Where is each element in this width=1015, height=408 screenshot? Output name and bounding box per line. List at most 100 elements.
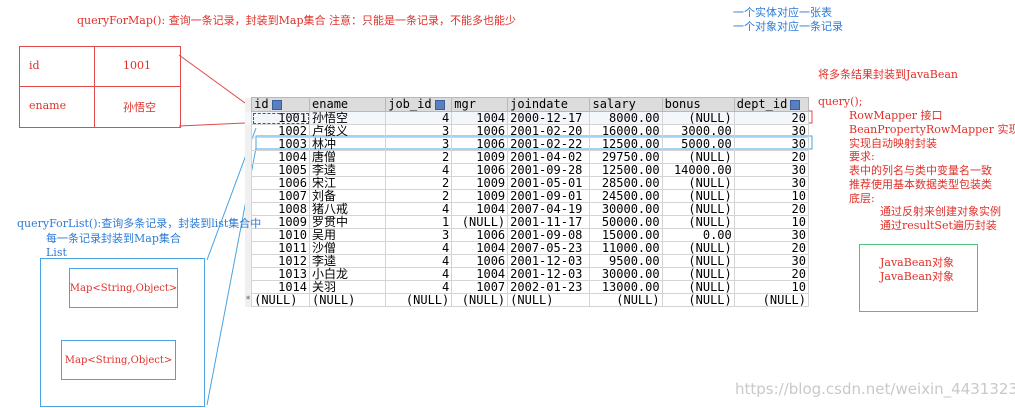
grid-cell-id[interactable]: 1006 xyxy=(251,176,311,190)
col-header-job-id[interactable]: job_id xyxy=(385,97,453,112)
grid-cell-dept-id[interactable]: 30 xyxy=(733,254,810,268)
grid-cell-ename[interactable]: 关羽 xyxy=(309,280,387,294)
row-marker[interactable] xyxy=(245,189,252,203)
row-marker[interactable] xyxy=(245,176,252,190)
grid-cell-ename[interactable]: 刘备 xyxy=(309,189,387,203)
grid-cell-salary[interactable]: 29750.00 xyxy=(589,150,663,164)
grid-cell-job-id[interactable]: 4 xyxy=(385,202,453,216)
grid-cell-ename[interactable]: 罗贯中 xyxy=(309,215,387,229)
grid-cell-job-id[interactable]: 4 xyxy=(385,163,453,177)
grid-cell-salary[interactable]: 12500.00 xyxy=(589,163,663,177)
grid-cell-salary[interactable]: 28500.00 xyxy=(589,176,663,190)
grid-cell-mgr[interactable]: (NULL) xyxy=(451,293,509,307)
table-row[interactable]: 1006 宋江 2 1009 2001-05-01 28500.00 (NULL) 30 xyxy=(245,176,810,190)
table-row[interactable]: 1008 猪八戒 4 1004 2007-04-19 30000.00 (NULL) 20 xyxy=(245,202,810,216)
grid-cell-ename[interactable]: 沙僧 xyxy=(309,241,387,255)
grid-cell-dept-id[interactable]: 10 xyxy=(733,280,810,294)
grid-cell-bonus[interactable]: (NULL) xyxy=(661,241,735,255)
grid-cell-dept-id[interactable]: 20 xyxy=(733,150,810,164)
grid-cell-job-id[interactable]: (NULL) xyxy=(385,293,453,307)
grid-cell-dept-id[interactable]: 10 xyxy=(733,215,810,229)
table-row[interactable]: 1013 小白龙 4 1004 2001-12-03 30000.00 (NULL) 20 xyxy=(245,267,810,281)
grid-cell-mgr[interactable]: 1006 xyxy=(451,137,509,151)
row-marker[interactable]: * xyxy=(245,293,252,307)
grid-cell-dept-id[interactable]: 30 xyxy=(733,124,810,138)
grid-cell-mgr[interactable]: 1009 xyxy=(451,189,509,203)
grid-cell-bonus[interactable]: (NULL) xyxy=(661,111,735,125)
grid-cell-bonus[interactable]: (NULL) xyxy=(661,254,735,268)
table-row[interactable]: 1003 林冲 3 1006 2001-02-22 12500.00 5000.00 30 xyxy=(245,137,810,151)
grid-cell-job-id[interactable]: 1 xyxy=(385,215,453,229)
grid-cell-bonus[interactable]: (NULL) xyxy=(661,189,735,203)
grid-cell-dept-id[interactable]: 30 xyxy=(733,137,810,151)
grid-cell-mgr[interactable]: 1004 xyxy=(451,267,509,281)
grid-cell-dept-id[interactable]: 20 xyxy=(733,267,810,281)
grid-cell-salary[interactable]: 50000.00 xyxy=(589,215,663,229)
grid-cell-id[interactable]: 1002 xyxy=(251,124,311,138)
grid-cell-bonus[interactable]: 14000.00 xyxy=(661,163,735,177)
grid-cell-bonus[interactable]: 0.00 xyxy=(661,228,735,242)
grid-cell-mgr[interactable]: 1009 xyxy=(451,150,509,164)
grid-cell-bonus[interactable]: (NULL) xyxy=(661,215,735,229)
grid-cell-joindate[interactable]: (NULL) xyxy=(507,293,591,307)
grid-cell-id[interactable]: 1013 xyxy=(251,267,311,281)
grid-cell-salary[interactable]: 24500.00 xyxy=(589,189,663,203)
grid-cell-joindate[interactable]: 2001-04-02 xyxy=(507,150,591,164)
grid-cell-salary[interactable]: 30000.00 xyxy=(589,202,663,216)
grid-cell-id[interactable]: 1001 xyxy=(251,111,311,125)
grid-cell-ename[interactable]: 孙悟空 xyxy=(309,111,387,125)
grid-cell-ename[interactable]: (NULL) xyxy=(309,293,387,307)
grid-cell-joindate[interactable]: 2001-09-28 xyxy=(507,163,591,177)
grid-cell-job-id[interactable]: 3 xyxy=(385,228,453,242)
grid-cell-ename[interactable]: 小白龙 xyxy=(309,267,387,281)
grid-cell-dept-id[interactable]: 30 xyxy=(733,163,810,177)
grid-cell-joindate[interactable]: 2001-09-08 xyxy=(507,228,591,242)
table-row[interactable]: * (NULL) (NULL) (NULL) (NULL) (NULL) (NULL) (NU… xyxy=(245,293,810,307)
grid-cell-mgr[interactable]: 1009 xyxy=(451,176,509,190)
grid-cell-id[interactable]: 1007 xyxy=(251,189,311,203)
grid-cell-mgr[interactable]: 1006 xyxy=(451,124,509,138)
grid-cell-salary[interactable]: 30000.00 xyxy=(589,267,663,281)
grid-cell-id[interactable]: 1004 xyxy=(251,150,311,164)
grid-cell-mgr[interactable]: 1006 xyxy=(451,163,509,177)
grid-cell-dept-id[interactable]: 20 xyxy=(733,241,810,255)
grid-cell-joindate[interactable]: 2007-05-23 xyxy=(507,241,591,255)
grid-cell-dept-id[interactable]: 30 xyxy=(733,176,810,190)
grid-cell-id[interactable]: (NULL) xyxy=(251,293,311,307)
grid-cell-joindate[interactable]: 2000-12-17 xyxy=(507,111,591,125)
grid-cell-joindate[interactable]: 2001-02-20 xyxy=(507,124,591,138)
grid-cell-bonus[interactable]: (NULL) xyxy=(661,267,735,281)
row-marker[interactable] xyxy=(245,254,252,268)
table-row[interactable]: 1004 唐僧 2 1009 2001-04-02 29750.00 (NULL) 20 xyxy=(245,150,810,164)
grid-cell-bonus[interactable]: 5000.00 xyxy=(661,137,735,151)
grid-cell-dept-id[interactable]: 10 xyxy=(733,189,810,203)
row-marker[interactable] xyxy=(245,241,252,255)
grid-cell-job-id[interactable]: 2 xyxy=(385,150,453,164)
table-row[interactable]: 1005 李逵 4 1006 2001-09-28 12500.00 14000.00 30 xyxy=(245,163,810,177)
grid-cell-joindate[interactable]: 2002-01-23 xyxy=(507,280,591,294)
grid-cell-salary[interactable]: (NULL) xyxy=(589,293,663,307)
row-marker[interactable] xyxy=(245,150,252,164)
grid-cell-ename[interactable]: 李逵 xyxy=(309,254,387,268)
grid-cell-dept-id[interactable]: 20 xyxy=(733,111,810,125)
grid-cell-job-id[interactable]: 4 xyxy=(385,111,453,125)
grid-cell-ename[interactable]: 宋江 xyxy=(309,176,387,190)
grid-cell-id[interactable]: 1011 xyxy=(251,241,311,255)
grid-cell-joindate[interactable]: 2007-04-19 xyxy=(507,202,591,216)
grid-cell-mgr[interactable]: 1007 xyxy=(451,280,509,294)
grid-cell-mgr[interactable]: 1004 xyxy=(451,202,509,216)
grid-cell-salary[interactable]: 16000.00 xyxy=(589,124,663,138)
grid-cell-bonus[interactable]: (NULL) xyxy=(661,280,735,294)
grid-cell-id[interactable]: 1014 xyxy=(251,280,311,294)
row-marker[interactable] xyxy=(245,137,252,151)
grid-cell-job-id[interactable]: 2 xyxy=(385,189,453,203)
grid-cell-ename[interactable]: 卢俊义 xyxy=(309,124,387,138)
col-header-id[interactable]: id xyxy=(251,97,311,112)
grid-cell-mgr[interactable]: 1004 xyxy=(451,241,509,255)
grid-cell-job-id[interactable]: 3 xyxy=(385,137,453,151)
grid-cell-joindate[interactable]: 2001-02-22 xyxy=(507,137,591,151)
grid-cell-ename[interactable]: 唐僧 xyxy=(309,150,387,164)
grid-cell-id[interactable]: 1005 xyxy=(251,163,311,177)
grid-cell-salary[interactable]: 15000.00 xyxy=(589,228,663,242)
row-marker[interactable] xyxy=(245,267,252,281)
